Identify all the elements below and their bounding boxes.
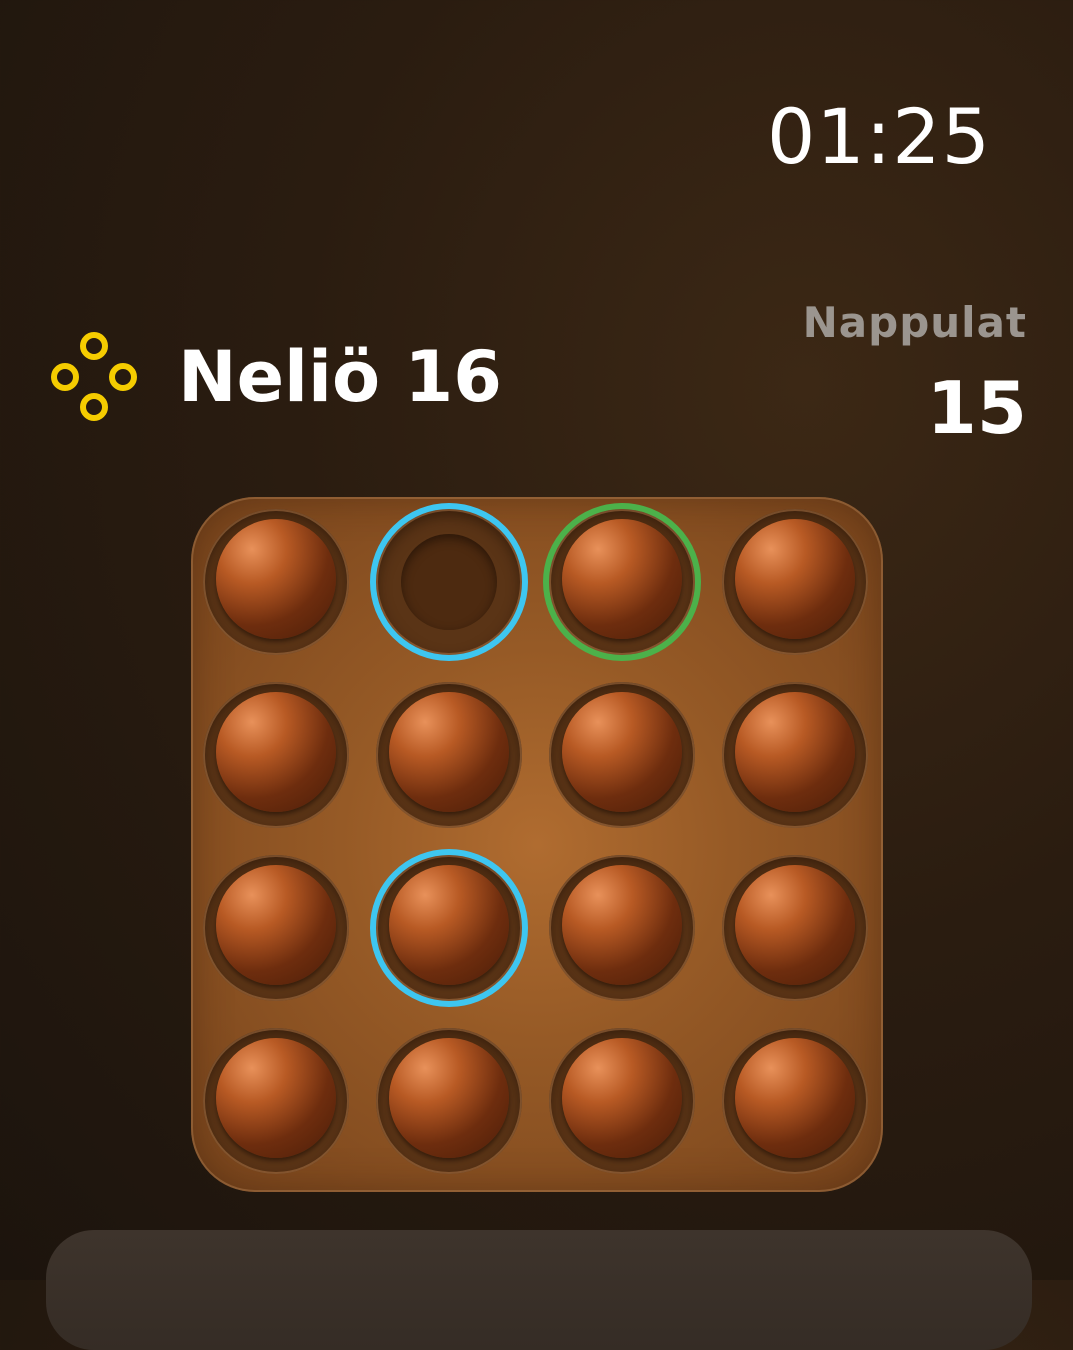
pieces-label: Nappulat — [802, 298, 1027, 347]
peg[interactable] — [735, 692, 855, 812]
peg[interactable] — [562, 865, 682, 985]
cyan-highlight-ring — [370, 503, 528, 661]
board-hole-r3-c0[interactable] — [203, 1028, 349, 1174]
board-hole-r0-c0[interactable] — [203, 509, 349, 655]
four-rings-icon — [51, 332, 137, 421]
peg[interactable] — [389, 692, 509, 812]
peg[interactable] — [216, 865, 336, 985]
peg[interactable] — [562, 692, 682, 812]
cyan-highlight-ring — [370, 849, 528, 1007]
green-highlight-ring — [543, 503, 701, 661]
game-board — [191, 497, 883, 1192]
board-hole-r3-c1[interactable] — [376, 1028, 522, 1174]
pieces-count: 15 — [926, 366, 1027, 450]
board-hole-r0-c1[interactable] — [370, 503, 528, 661]
board-hole-r0-c2[interactable] — [543, 503, 701, 661]
board-hole-r0-c3[interactable] — [722, 509, 868, 655]
board-hole-r2-c1[interactable] — [370, 849, 528, 1007]
board-hole-r1-c3[interactable] — [722, 682, 868, 828]
board-hole-r2-c3[interactable] — [722, 855, 868, 1001]
bottom-panel — [46, 1230, 1032, 1350]
board-hole-r1-c2[interactable] — [549, 682, 695, 828]
peg[interactable] — [216, 692, 336, 812]
peg[interactable] — [389, 1038, 509, 1158]
peg[interactable] — [216, 519, 336, 639]
peg[interactable] — [735, 865, 855, 985]
board-hole-r3-c3[interactable] — [722, 1028, 868, 1174]
peg[interactable] — [216, 1038, 336, 1158]
peg[interactable] — [562, 1038, 682, 1158]
timer: 01:25 — [766, 92, 991, 181]
board-hole-r2-c0[interactable] — [203, 855, 349, 1001]
board-hole-r1-c0[interactable] — [203, 682, 349, 828]
game-title: Neliö 16 — [178, 336, 502, 418]
board-hole-r1-c1[interactable] — [376, 682, 522, 828]
peg[interactable] — [735, 1038, 855, 1158]
peg[interactable] — [735, 519, 855, 639]
game-header: Neliö 16 — [46, 330, 502, 424]
board-hole-r2-c2[interactable] — [549, 855, 695, 1001]
board-hole-r3-c2[interactable] — [549, 1028, 695, 1174]
